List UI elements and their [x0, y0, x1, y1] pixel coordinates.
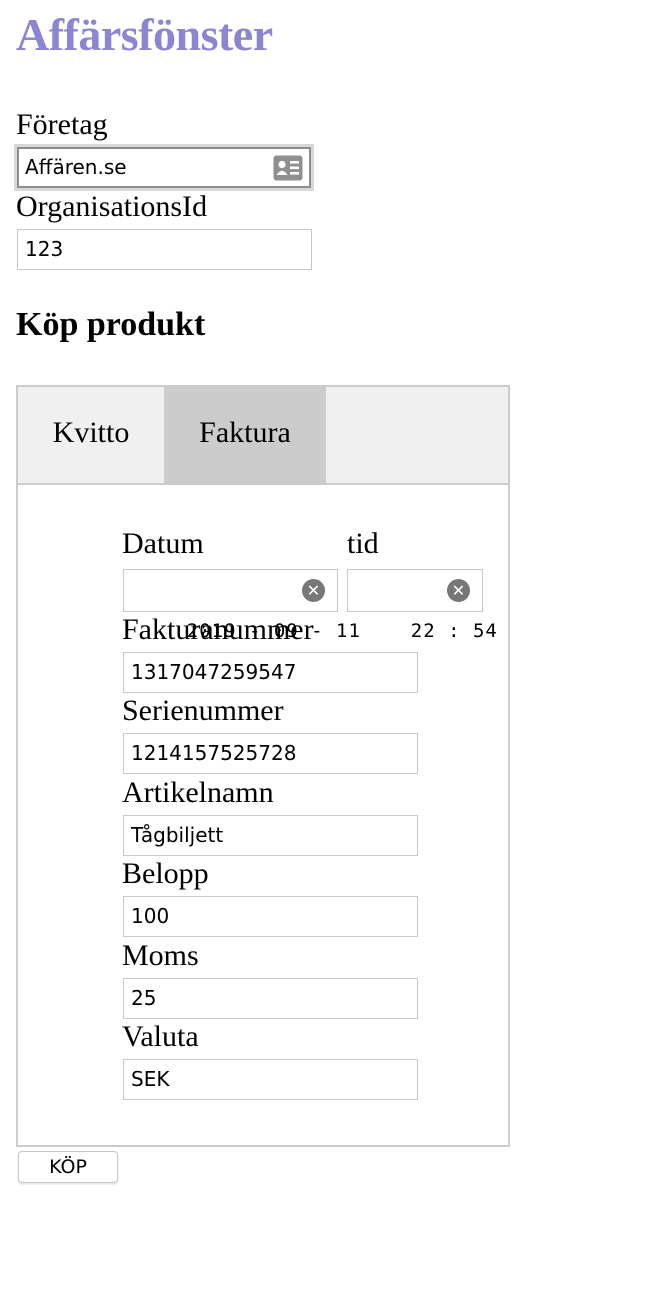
invoice-number-input[interactable]: 1317047259547: [123, 652, 418, 693]
org-id-input[interactable]: 123: [17, 229, 312, 270]
invoice-number-label: Fakturanummer: [122, 613, 314, 646]
contact-card-icon[interactable]: [273, 155, 303, 181]
serial-number-input[interactable]: 1214157525728: [123, 733, 418, 774]
currency-input[interactable]: SEK: [123, 1059, 418, 1100]
tab-kvitto[interactable]: Kvitto: [18, 387, 164, 483]
amount-input[interactable]: 100: [123, 896, 418, 937]
clear-time-icon[interactable]: ✕: [447, 579, 470, 602]
buy-button[interactable]: KÖP: [18, 1151, 118, 1183]
tab-faktura[interactable]: Faktura: [164, 387, 326, 483]
purchase-panel: Kvitto Faktura Datum tid 2019 - 09 - 11 …: [16, 385, 510, 1147]
tab-bar: Kvitto Faktura: [18, 387, 508, 485]
company-label: Företag: [16, 108, 108, 141]
amount-label: Belopp: [122, 857, 209, 890]
company-value: Affären.se: [25, 155, 127, 179]
vat-label: Moms: [122, 939, 199, 972]
org-id-label: OrganisationsId: [16, 190, 208, 223]
date-input[interactable]: 2019 - 09 - 11 ✕: [123, 569, 360, 642]
article-name-label: Artikelnamn: [122, 776, 274, 809]
page-title: Affärsfönster: [16, 9, 273, 60]
currency-label: Valuta: [122, 1020, 199, 1053]
section-title: Köp produkt: [16, 306, 206, 343]
date-label: Datum: [122, 527, 204, 560]
serial-number-label: Serienummer: [122, 694, 284, 727]
article-name-input[interactable]: Tågbiljett: [123, 815, 418, 856]
clear-date-icon[interactable]: ✕: [302, 579, 325, 602]
time-input[interactable]: 22 : 54 ✕: [347, 569, 497, 642]
time-value: 22 : 54: [410, 620, 498, 642]
vat-input[interactable]: 25: [123, 978, 418, 1019]
time-label: tid: [347, 527, 379, 560]
company-input[interactable]: Affären.se: [14, 144, 314, 191]
